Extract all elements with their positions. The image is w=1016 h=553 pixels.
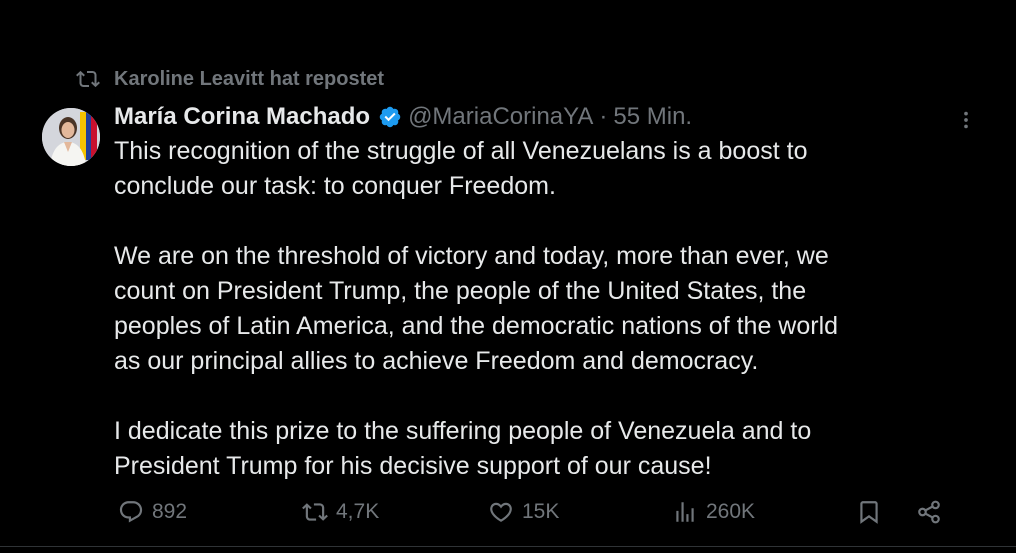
text-line: President Trump for his decisive support… <box>114 452 712 480</box>
text-line: This recognition of the struggle of all … <box>114 137 808 165</box>
paragraph: I dedicate this prize to the suffering p… <box>114 414 974 484</box>
share-button[interactable] <box>916 492 950 532</box>
repost-button[interactable]: 4,7K <box>302 492 379 532</box>
author-handle[interactable]: @MariaCorinaYA <box>408 103 593 131</box>
author-name[interactable]: María Corina Machado <box>114 103 370 131</box>
paragraph: This recognition of the struggle of all … <box>114 134 974 204</box>
text-line: count on President Trump, the people of … <box>114 277 807 305</box>
like-button[interactable]: 15K <box>488 492 559 532</box>
analytics-icon <box>672 499 698 525</box>
bookmark-button[interactable] <box>856 492 890 532</box>
text-line: I dedicate this prize to the suffering p… <box>114 417 812 445</box>
repost-context[interactable]: Karoline Leavitt hat repostet <box>76 66 384 92</box>
action-bar: 892 4,7K 15K 260K <box>0 492 1016 532</box>
text-line: conclude our task: to conquer Freedom. <box>114 172 556 200</box>
verified-badge-icon[interactable] <box>378 105 402 129</box>
reply-count: 892 <box>152 500 188 523</box>
more-vertical-icon <box>964 111 968 129</box>
repost-count: 4,7K <box>336 500 380 523</box>
text-line: as our principal allies to achieve Freed… <box>114 347 759 375</box>
views-button[interactable]: 260K <box>672 492 755 532</box>
share-icon <box>916 499 942 525</box>
paragraph: We are on the threshold of victory and t… <box>114 239 974 379</box>
divider <box>0 546 1016 547</box>
tweet-text: This recognition of the struggle of all … <box>114 134 974 484</box>
more-options-button[interactable] <box>952 106 980 134</box>
heart-icon <box>488 499 514 525</box>
avatar[interactable] <box>42 108 100 166</box>
views-count: 260K <box>706 500 756 523</box>
reply-icon <box>118 499 144 525</box>
tweet[interactable]: Karoline Leavitt hat repostet María Cori… <box>0 0 1016 553</box>
timestamp[interactable]: 55 Min. <box>613 103 692 131</box>
text-line: peoples of Latin America, and the democr… <box>114 312 839 340</box>
reply-button[interactable]: 892 <box>118 492 187 532</box>
repost-icon <box>76 67 100 91</box>
text-line: We are on the threshold of victory and t… <box>114 242 829 270</box>
repost-text: Karoline Leavitt hat repostet <box>114 67 385 90</box>
tweet-header: María Corina Machado @MariaCorinaYA · 55… <box>114 100 692 134</box>
repost-icon <box>302 499 328 525</box>
separator-dot: · <box>599 103 608 130</box>
bookmark-icon <box>856 499 882 525</box>
like-count: 15K <box>522 500 560 523</box>
